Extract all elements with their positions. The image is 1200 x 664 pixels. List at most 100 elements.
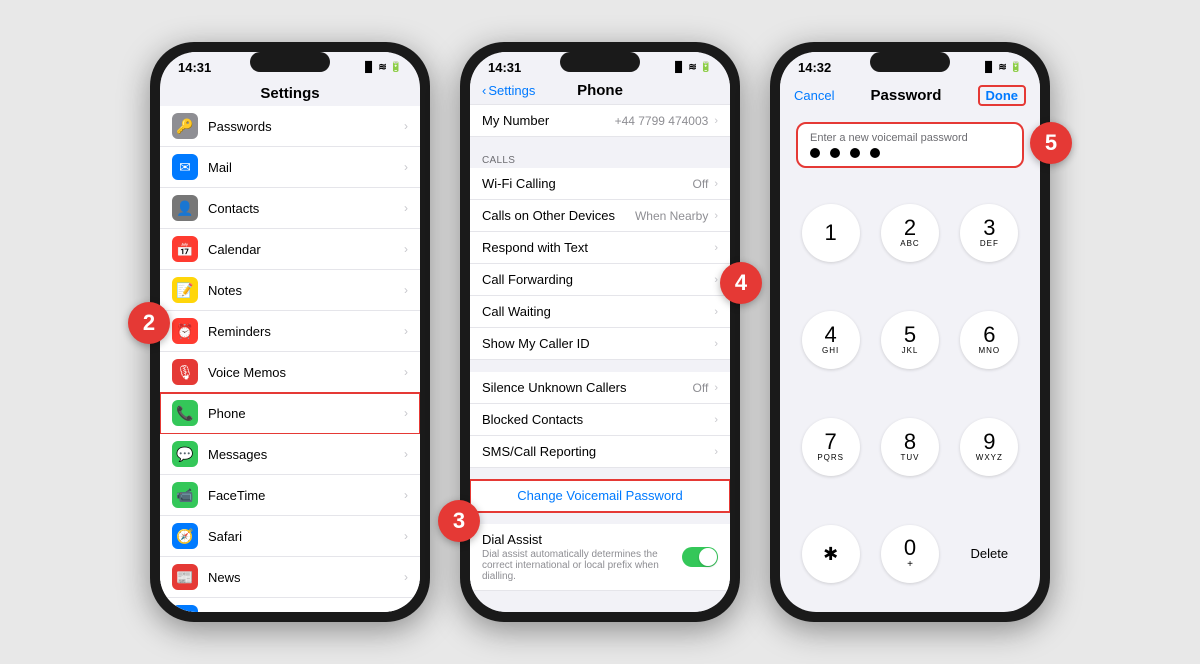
reminders-icon: ⏰ xyxy=(172,318,198,344)
key-8[interactable]: 8 TUV xyxy=(881,418,939,476)
time-3: 14:32 xyxy=(798,60,831,75)
wifi-calling-item[interactable]: Wi-Fi Calling Off › xyxy=(470,168,730,200)
cancel-button[interactable]: Cancel xyxy=(794,88,834,103)
voicemail-password-hint: Enter a new voicemail password xyxy=(810,132,1010,144)
phone-icon: 📞 xyxy=(172,400,198,426)
change-voicemail-item[interactable]: Change Voicemail Password xyxy=(470,480,730,512)
key-delete[interactable]: Delete xyxy=(953,503,1026,604)
dial-desc: Dial assist automatically determines the… xyxy=(482,549,676,582)
gap4 xyxy=(470,512,730,524)
safari-icon: 🧭 xyxy=(172,523,198,549)
gap2 xyxy=(470,360,730,372)
blocked-contacts-item[interactable]: Blocked Contacts › xyxy=(470,404,730,436)
silence-unknown-item[interactable]: Silence Unknown Callers Off › xyxy=(470,372,730,404)
time-1: 14:31 xyxy=(178,60,211,75)
settings-list: 🔑 Passwords › ✉ Mail › 👤 Contacts › 📅 Ca… xyxy=(160,106,420,612)
show-caller-id-item[interactable]: Show My Caller ID › xyxy=(470,328,730,360)
settings-title: Settings xyxy=(160,79,420,106)
settings-item-voicememos[interactable]: 🎙 Voice Memos › xyxy=(160,352,420,393)
messages-label: Messages xyxy=(208,447,394,462)
settings-item-passwords[interactable]: 🔑 Passwords › xyxy=(160,106,420,147)
phone3-wrapper: 5 14:32 ▐▌ ≋ 🔋 Cancel Password Done Ente… xyxy=(770,42,1050,622)
phone2-title: Phone xyxy=(577,82,623,99)
phone2-screen: 14:31 ▐▌ ≋ 🔋 ‹ Settings Phone My Number … xyxy=(470,52,730,612)
phone-label: Phone xyxy=(208,406,394,421)
voicememos-label: Voice Memos xyxy=(208,365,394,380)
notes-label: Notes xyxy=(208,283,394,298)
status-icons-3: ▐▌ ≋ 🔋 xyxy=(981,62,1022,73)
my-number-value: +44 7799 474003 xyxy=(615,114,709,128)
step-badge-4: 4 xyxy=(720,262,762,304)
password-dots xyxy=(810,148,1010,158)
dot-3 xyxy=(850,148,860,158)
mail-label: Mail xyxy=(208,160,394,175)
phone2-wrapper: 3 4 14:31 ▐▌ ≋ 🔋 ‹ Settings Phone My Num… xyxy=(460,42,740,622)
settings-item-facetime[interactable]: 📹 FaceTime › xyxy=(160,475,420,516)
messages-icon: 💬 xyxy=(172,441,198,467)
call-forwarding-item[interactable]: Call Forwarding › xyxy=(470,264,730,296)
done-button[interactable]: Done xyxy=(978,85,1027,106)
calendar-label: Calendar xyxy=(208,242,394,257)
key-5[interactable]: 5 JKL xyxy=(881,311,939,369)
facetime-icon: 📹 xyxy=(172,482,198,508)
dot-1 xyxy=(810,148,820,158)
facetime-label: FaceTime xyxy=(208,488,394,503)
dot-2 xyxy=(830,148,840,158)
my-number-label: My Number xyxy=(482,113,609,128)
news-label: News xyxy=(208,570,394,585)
key-6[interactable]: 6 MNO xyxy=(960,311,1018,369)
settings-item-reminders[interactable]: ⏰ Reminders › xyxy=(160,311,420,352)
gap3 xyxy=(470,468,730,480)
passwords-icon: 🔑 xyxy=(172,113,198,139)
dial-assist-toggle[interactable] xyxy=(682,547,718,567)
phone2-list: My Number +44 7799 474003 › Calls Wi-Fi … xyxy=(470,104,730,612)
key-2[interactable]: 2 ABC xyxy=(881,204,939,262)
weather-label: Weather xyxy=(208,611,394,613)
settings-item-news[interactable]: 📰 News › xyxy=(160,557,420,598)
dial-assist-item[interactable]: Dial Assist Dial assist automatically de… xyxy=(470,524,730,591)
settings-item-safari[interactable]: 🧭 Safari › xyxy=(160,516,420,557)
notch3 xyxy=(870,52,950,72)
phone2-header: ‹ Settings Phone xyxy=(470,79,730,104)
calls-header: Calls xyxy=(470,151,730,168)
respond-text-item[interactable]: Respond with Text › xyxy=(470,232,730,264)
calendar-icon: 📅 xyxy=(172,236,198,262)
settings-item-notes[interactable]: 📝 Notes › xyxy=(160,270,420,311)
my-number-item[interactable]: My Number +44 7799 474003 › xyxy=(470,104,730,137)
weather-icon: ☁ xyxy=(172,605,198,612)
key-star[interactable]: ✱ xyxy=(802,525,860,583)
back-button[interactable]: ‹ Settings xyxy=(482,83,535,98)
key-7[interactable]: 7 PQRS xyxy=(802,418,860,476)
phone1-screen: 14:31 ▐▌ ≋ 🔋 Settings 🔑 Passwords › ✉ Ma… xyxy=(160,52,420,612)
safari-label: Safari xyxy=(208,529,394,544)
notch2 xyxy=(560,52,640,72)
phone3-screen: 14:32 ▐▌ ≋ 🔋 Cancel Password Done Enter … xyxy=(780,52,1040,612)
status-icons-2: ▐▌ ≋ 🔋 xyxy=(671,62,712,73)
settings-item-weather[interactable]: ☁ Weather › xyxy=(160,598,420,612)
phone1-wrapper: 2 14:31 ▐▌ ≋ 🔋 Settings 🔑 Passwords › ✉ … xyxy=(150,42,430,622)
settings-item-messages[interactable]: 💬 Messages › xyxy=(160,434,420,475)
key-3[interactable]: 3 DEF xyxy=(960,204,1018,262)
sms-call-reporting-item[interactable]: SMS/Call Reporting › xyxy=(470,436,730,468)
status-icons-1: ▐▌ ≋ 🔋 xyxy=(361,62,402,73)
step-badge-2: 2 xyxy=(128,302,170,344)
settings-item-contacts[interactable]: 👤 Contacts › xyxy=(160,188,420,229)
key-4[interactable]: 4 GHI xyxy=(802,311,860,369)
settings-item-calendar[interactable]: 📅 Calendar › xyxy=(160,229,420,270)
key-1[interactable]: 1 xyxy=(802,204,860,262)
settings-item-mail[interactable]: ✉ Mail › xyxy=(160,147,420,188)
password-input-area: Enter a new voicemail password xyxy=(796,122,1024,168)
phone3-frame: 14:32 ▐▌ ≋ 🔋 Cancel Password Done Enter … xyxy=(770,42,1050,622)
phone2-frame: 14:31 ▐▌ ≋ 🔋 ‹ Settings Phone My Number … xyxy=(460,42,740,622)
notch xyxy=(250,52,330,72)
news-icon: 📰 xyxy=(172,564,198,590)
call-waiting-item[interactable]: Call Waiting › xyxy=(470,296,730,328)
calls-other-devices-item[interactable]: Calls on Other Devices When Nearby › xyxy=(470,200,730,232)
phone1-frame: 14:31 ▐▌ ≋ 🔋 Settings 🔑 Passwords › ✉ Ma… xyxy=(150,42,430,622)
key-9[interactable]: 9 WXYZ xyxy=(960,418,1018,476)
keypad: 1 2 ABC 3 DEF 4 GHI 5 JKL xyxy=(780,178,1040,612)
key-0[interactable]: 0 + xyxy=(881,525,939,583)
mail-icon: ✉ xyxy=(172,154,198,180)
settings-item-phone[interactable]: 📞 Phone › xyxy=(160,393,420,434)
contacts-icon: 👤 xyxy=(172,195,198,221)
